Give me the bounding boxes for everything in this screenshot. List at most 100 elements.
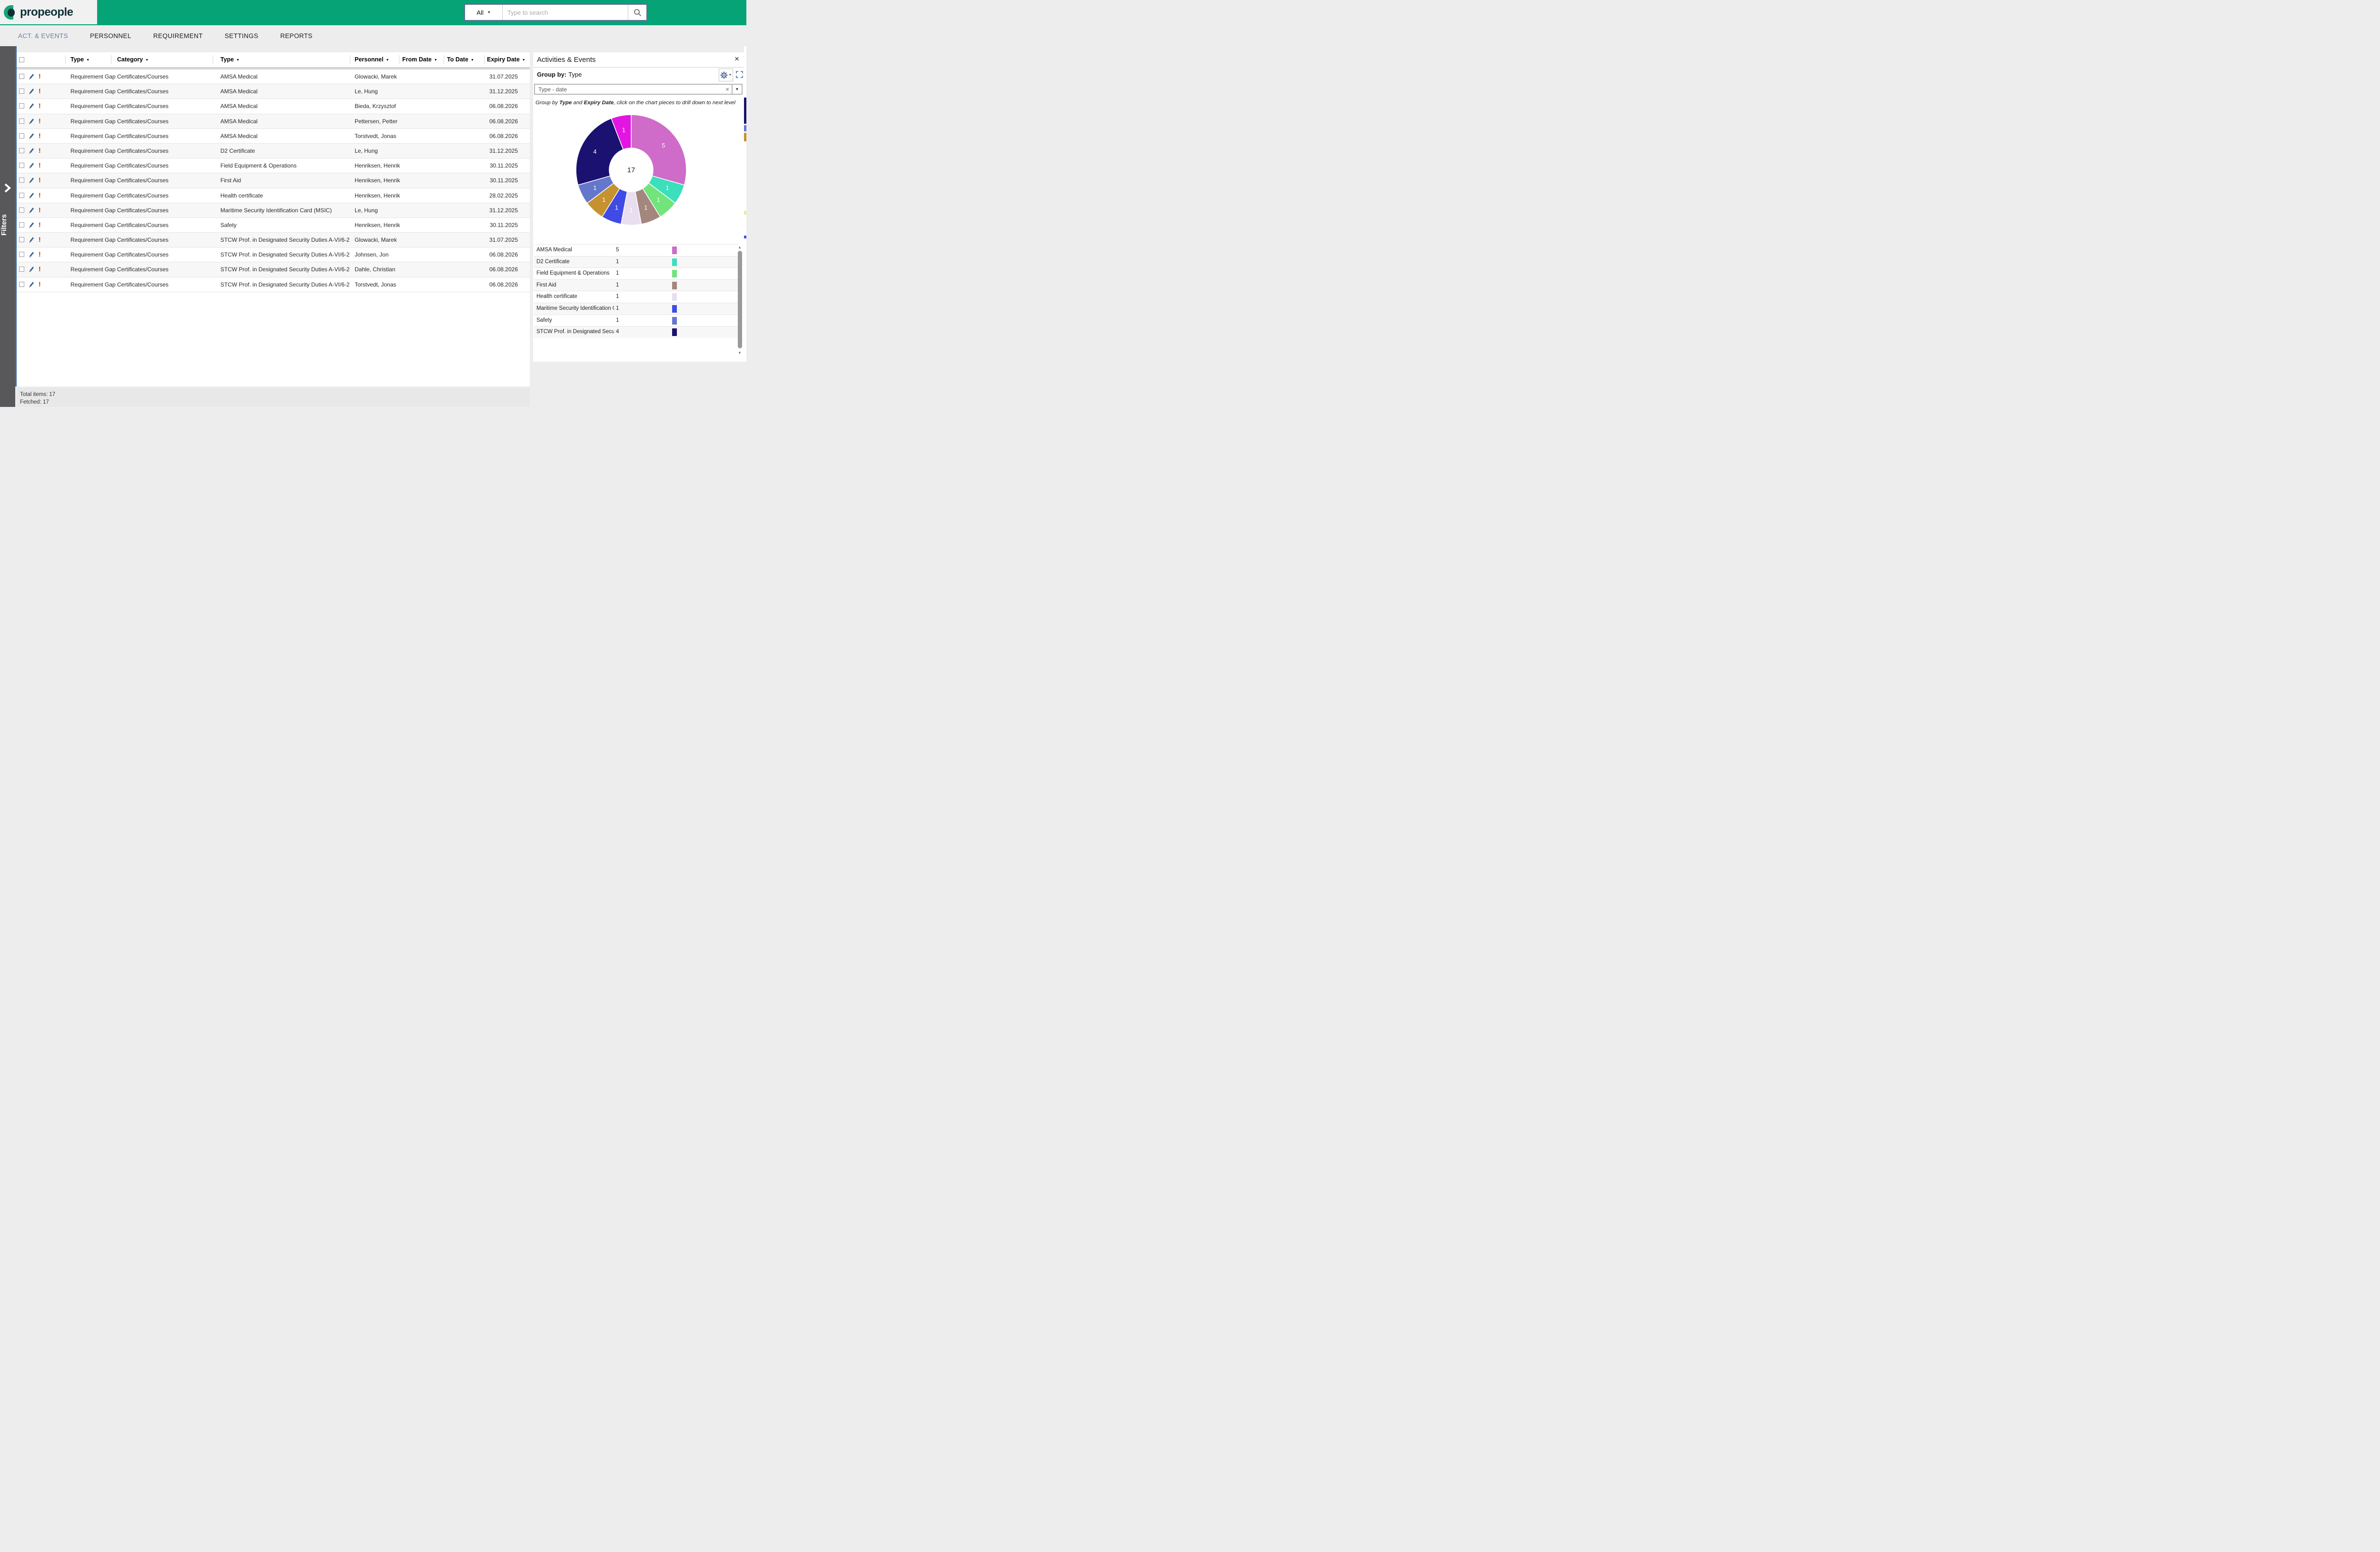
nav-item-reports[interactable]: REPORTS	[280, 32, 313, 40]
legend-row[interactable]: Field Equipment & Operations1	[534, 267, 738, 279]
nav-item-settings[interactable]: SETTINGS	[225, 32, 258, 40]
total-items-text: Total items: 17	[20, 392, 55, 397]
table-row[interactable]: !Requirement GapCertificates/CoursesAMSA…	[17, 129, 530, 144]
segment-value-label: 1	[657, 197, 660, 203]
scroll-up-icon[interactable]: ▲	[738, 245, 742, 249]
clear-icon[interactable]: ×	[725, 86, 729, 93]
table-row[interactable]: !Requirement GapCertificates/CoursesHeal…	[17, 188, 530, 203]
table-row[interactable]: !Requirement GapCertificates/CoursesFiel…	[17, 158, 530, 173]
search-scope-dropdown[interactable]: All ▼	[465, 5, 503, 20]
column-header-from-date[interactable]: From Date▼	[402, 56, 437, 63]
edit-icon[interactable]	[28, 192, 35, 200]
row-checkbox[interactable]	[19, 103, 24, 109]
row-checkbox[interactable]	[19, 89, 24, 94]
column-header-type[interactable]: Type▼	[70, 56, 89, 63]
table-row[interactable]: !Requirement GapCertificates/CoursesAMSA…	[17, 99, 530, 114]
row-checkbox[interactable]	[19, 133, 24, 138]
nav-item-act-events[interactable]: ACT. & EVENTS	[18, 32, 68, 40]
nav-item-personnel[interactable]: PERSONNEL	[90, 32, 131, 40]
table-row[interactable]: !Requirement GapCertificates/CoursesD2 C…	[17, 144, 530, 158]
column-header-to-date[interactable]: To Date▼	[447, 56, 474, 63]
table-row[interactable]: !Requirement GapCertificates/CoursesMari…	[17, 203, 530, 218]
edit-icon[interactable]	[28, 102, 35, 111]
close-icon[interactable]: ×	[734, 54, 739, 64]
legend-row[interactable]: Health certificate1	[534, 291, 738, 303]
search-input[interactable]	[503, 5, 628, 20]
legend-row[interactable]: D2 Certificate1	[534, 256, 738, 268]
group-by-select[interactable]: Type - date × ▼	[534, 84, 743, 95]
edit-icon[interactable]	[28, 88, 35, 96]
group-by-value: Type	[568, 71, 582, 78]
edit-icon[interactable]	[28, 266, 35, 274]
cell-type: Requirement Gap	[70, 118, 116, 125]
table-row[interactable]: !Requirement GapCertificates/CoursesAMSA…	[17, 84, 530, 99]
legend-color-swatch	[672, 247, 677, 254]
edit-icon[interactable]	[28, 177, 35, 185]
table-row[interactable]: !Requirement GapCertificates/CoursesAMSA…	[17, 114, 530, 129]
select-dropdown-button[interactable]: ▼	[732, 85, 742, 94]
edit-icon[interactable]	[28, 162, 35, 170]
row-checkbox[interactable]	[19, 148, 24, 153]
row-checkbox[interactable]	[19, 252, 24, 257]
table-row[interactable]: !Requirement GapCertificates/CoursesSTCW…	[17, 277, 530, 292]
row-checkbox[interactable]	[19, 282, 24, 287]
legend-row[interactable]: AMSA Medical5	[534, 244, 738, 256]
row-checkbox[interactable]	[19, 267, 24, 272]
table-row[interactable]: !Requirement GapCertificates/CoursesSTCW…	[17, 247, 530, 262]
alert-exclamation-icon: !	[39, 206, 41, 214]
legend-count: 1	[616, 270, 619, 276]
edit-icon[interactable]	[28, 236, 35, 245]
filters-panel-toggle[interactable]: Filters	[0, 46, 15, 407]
gear-icon	[720, 71, 728, 79]
table-row[interactable]: !Requirement GapCertificates/CoursesSTCW…	[17, 262, 530, 277]
cell-expiry-date: 30.11.2025	[483, 162, 518, 169]
row-checkbox[interactable]	[19, 222, 24, 227]
edit-icon[interactable]	[28, 251, 35, 259]
column-header-personnel[interactable]: Personnel▼	[355, 56, 389, 63]
cell-expiry-date: 28.02.2025	[483, 192, 518, 199]
cell-category: Certificates/Courses	[117, 266, 169, 273]
row-checkbox[interactable]	[19, 208, 24, 213]
expand-icon[interactable]	[736, 71, 743, 80]
column-header-category[interactable]: Category▼	[117, 56, 149, 63]
row-checkbox[interactable]	[19, 237, 24, 242]
edit-icon[interactable]	[28, 132, 35, 141]
legend-row[interactable]: Safety1	[534, 315, 738, 326]
legend-row[interactable]: Maritime Security Identification C1	[534, 303, 738, 315]
activities-events-panel: Activities & Events × Group by:Type ▼	[533, 52, 744, 362]
scrollbar-thumb[interactable]	[738, 251, 742, 348]
select-all-checkbox[interactable]	[19, 57, 24, 62]
row-checkbox[interactable]	[19, 193, 24, 198]
table-row[interactable]: !Requirement GapCertificates/CoursesAMSA…	[17, 69, 530, 84]
table-row[interactable]: !Requirement GapCertificates/CoursesSafe…	[17, 218, 530, 233]
legend-row[interactable]: First Aid1	[534, 279, 738, 291]
edit-icon[interactable]	[28, 281, 35, 289]
table-row[interactable]: !Requirement GapCertificates/CoursesFirs…	[17, 173, 530, 188]
row-checkbox[interactable]	[19, 163, 24, 168]
segment-value-label: 1	[630, 207, 633, 214]
nav-item-requirement[interactable]: REQUIREMENT	[153, 32, 203, 40]
chart-settings-button[interactable]: ▼	[719, 69, 733, 81]
edit-icon[interactable]	[28, 147, 35, 156]
logo[interactable]: propeople	[0, 0, 97, 24]
row-checkbox[interactable]	[19, 74, 24, 79]
edit-icon[interactable]	[28, 221, 35, 230]
column-header-type2[interactable]: Type▼	[220, 56, 239, 63]
edit-icon[interactable]	[28, 118, 35, 126]
clipped-chart-fragment	[744, 236, 746, 238]
panel-title: Activities & Events	[537, 56, 595, 64]
row-checkbox[interactable]	[19, 178, 24, 183]
search-button[interactable]	[628, 5, 646, 20]
cell-type2: D2 Certificate	[220, 148, 255, 154]
row-checkbox[interactable]	[19, 119, 24, 124]
donut-chart: 511111114117	[575, 114, 687, 226]
legend-row[interactable]: STCW Prof. in Designated Security4	[534, 326, 738, 338]
scroll-down-icon[interactable]: ▼	[738, 351, 742, 355]
edit-icon[interactable]	[28, 73, 35, 81]
cell-expiry-date: 31.12.2025	[483, 207, 518, 214]
edit-icon[interactable]	[28, 207, 35, 215]
table-row[interactable]: !Requirement GapCertificates/CoursesSTCW…	[17, 233, 530, 247]
donut-segment[interactable]	[631, 115, 686, 185]
cell-type: Requirement Gap	[70, 266, 116, 273]
column-header-expiry-date[interactable]: Expiry Date▼	[487, 56, 526, 63]
